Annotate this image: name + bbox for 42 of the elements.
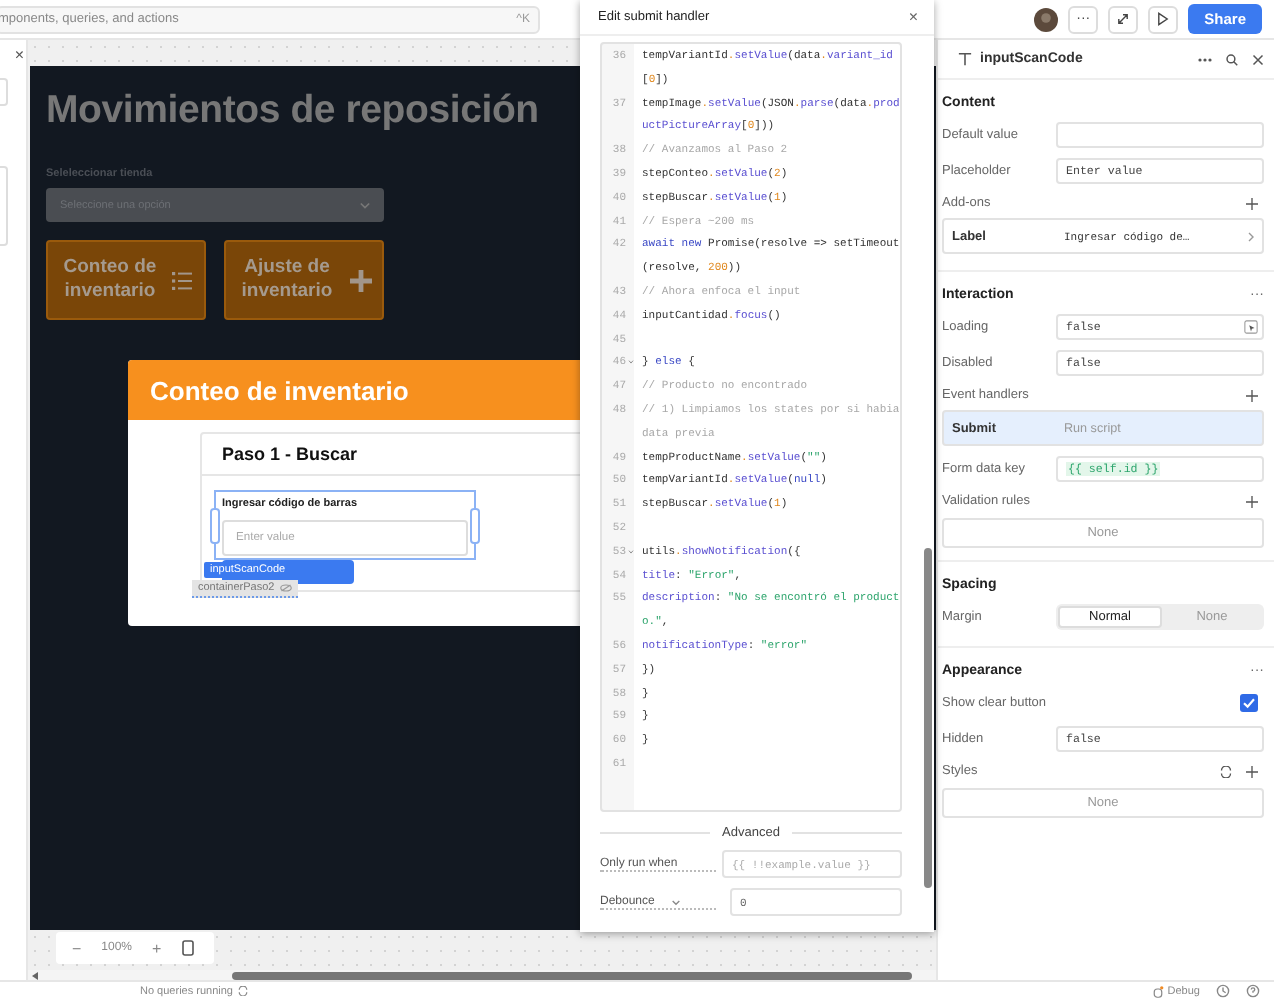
text-input-icon bbox=[958, 52, 972, 66]
search-icon[interactable] bbox=[1226, 53, 1238, 65]
resize-handle[interactable] bbox=[470, 508, 480, 544]
action-button[interactable]: Ajuste de inventario bbox=[224, 240, 384, 320]
list-icon bbox=[172, 271, 192, 289]
modal-title: Conteo de inventario bbox=[150, 375, 409, 405]
scrollbar-thumb[interactable] bbox=[232, 971, 912, 979]
expand-button[interactable] bbox=[1108, 5, 1139, 33]
eye-off-icon bbox=[280, 584, 293, 592]
property-field[interactable] bbox=[1056, 121, 1264, 147]
resize-handle[interactable] bbox=[210, 508, 220, 544]
preview-button[interactable] bbox=[1148, 5, 1179, 33]
plus-icon[interactable] bbox=[1246, 765, 1258, 777]
chevron-down-icon bbox=[360, 201, 370, 209]
checkbox[interactable] bbox=[1240, 693, 1258, 711]
scroll-left-icon[interactable] bbox=[32, 971, 38, 979]
play-icon bbox=[1156, 12, 1171, 26]
plus-icon[interactable] bbox=[1246, 197, 1258, 209]
zoom-out-button[interactable]: − bbox=[72, 939, 82, 957]
plus-icon[interactable] bbox=[1246, 389, 1258, 401]
scrollbar-thumb[interactable] bbox=[924, 548, 932, 888]
plus-icon bbox=[349, 269, 371, 291]
avatar-icon[interactable] bbox=[1034, 7, 1059, 31]
bug-icon bbox=[1151, 985, 1164, 997]
plus-icon[interactable] bbox=[1246, 495, 1258, 507]
history-icon[interactable] bbox=[1216, 984, 1230, 998]
fold-caret-icon[interactable] bbox=[627, 549, 633, 554]
phone-icon[interactable] bbox=[181, 940, 194, 956]
refresh-icon[interactable] bbox=[1220, 765, 1232, 777]
help-icon[interactable] bbox=[1246, 984, 1260, 998]
refresh-icon[interactable] bbox=[238, 986, 249, 996]
action-button[interactable]: Conteo de inventario bbox=[46, 240, 206, 320]
chevron-down-icon[interactable] bbox=[672, 899, 680, 905]
chevron-right-icon bbox=[1248, 231, 1254, 241]
close-button[interactable]: × bbox=[908, 8, 918, 26]
close-icon[interactable] bbox=[1252, 53, 1264, 65]
expand-icon bbox=[1116, 12, 1131, 26]
cursor-icon[interactable] bbox=[1244, 319, 1258, 333]
fold-caret-icon[interactable] bbox=[627, 360, 633, 365]
close-button[interactable]: × bbox=[14, 48, 24, 64]
page-title: Movimientos de reposición bbox=[46, 88, 539, 134]
zoom-in-button[interactable]: + bbox=[152, 939, 162, 957]
